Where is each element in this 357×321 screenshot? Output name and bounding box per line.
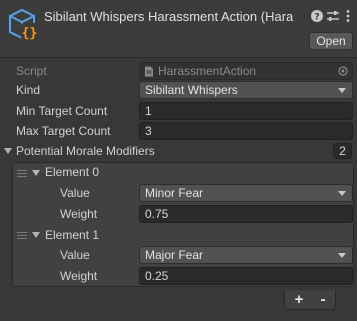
modifiers-label[interactable]: Potential Morale Modifiers [16,142,155,160]
max-target-label: Max Target Count [16,124,111,138]
open-button[interactable]: Open [309,32,353,50]
list-footer: + - [284,290,336,310]
element-0-value-dropdown[interactable]: Minor Fear [139,184,353,202]
element-0-weight-input[interactable]: 0.75 [139,205,353,223]
element-0-value-label: Value [60,186,90,200]
min-target-input[interactable]: 1 [139,102,353,120]
foldout-arrow-icon[interactable] [32,170,40,176]
script-label: Script [16,64,47,78]
help-icon[interactable]: ? [310,9,324,23]
drag-handle-icon[interactable] [17,170,27,177]
foldout-arrow-icon[interactable] [32,232,40,238]
max-target-input[interactable]: 3 [139,122,353,140]
scriptable-object-icon: {} [9,8,38,41]
kind-dropdown[interactable]: Sibilant Whispers [139,81,353,99]
element-1-value-dropdown[interactable]: Major Fear [139,246,353,264]
script-file-icon [145,66,153,77]
object-picker-icon[interactable] [338,66,348,76]
more-menu-icon[interactable] [341,9,355,23]
chevron-down-icon [338,191,346,196]
element-1-label[interactable]: Element 1 [45,226,99,244]
kind-label: Kind [16,83,41,97]
min-target-label: Min Target Count [16,104,108,118]
kind-value: Sibilant Whispers [145,83,238,97]
chevron-down-icon [338,253,346,258]
foldout-arrow-icon[interactable] [4,148,12,154]
element-0-value: Minor Fear [145,186,204,200]
element-1-weight-label: Weight [60,269,98,283]
settings-sliders-icon[interactable] [326,9,340,23]
asset-title: Sibilant Whispers Harassment Action (Har… [44,9,294,24]
script-field: HarassmentAction [139,62,353,80]
inspector-header: {} Sibilant Whispers Harassment Action (… [0,0,357,58]
svg-text:{}: {} [22,26,38,41]
remove-element-button[interactable]: - [311,290,335,310]
element-0-label[interactable]: Element 0 [45,163,99,181]
element-0-weight-label: Weight [60,207,98,221]
element-1-value: Major Fear [145,248,204,262]
drag-handle-icon[interactable] [17,232,27,239]
modifiers-count-field[interactable]: 2 [333,143,352,159]
script-value: HarassmentAction [158,64,257,78]
add-element-button[interactable]: + [287,290,311,310]
element-1-weight-input[interactable]: 0.25 [139,267,353,285]
element-1-value-label: Value [60,248,90,262]
chevron-down-icon [338,88,346,93]
svg-text:?: ? [314,13,319,23]
